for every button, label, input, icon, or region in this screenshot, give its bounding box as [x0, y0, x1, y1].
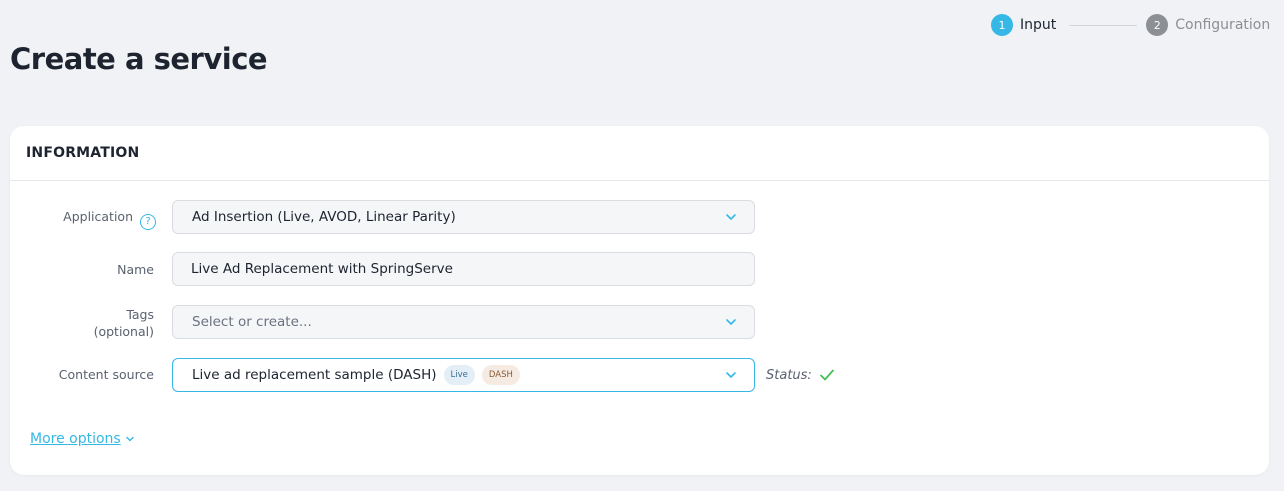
status-label: Status: — [766, 367, 812, 383]
dash-badge: DASH — [481, 365, 520, 385]
application-value: Ad Insertion (Live, AVOD, Linear Parity) — [192, 209, 456, 225]
tags-label: Tags (optional) — [94, 306, 154, 340]
chevron-down-icon — [726, 214, 736, 220]
check-icon — [819, 369, 834, 381]
more-options-label: More options — [30, 431, 121, 447]
tags-placeholder: Select or create... — [192, 314, 312, 330]
application-label: Application? — [63, 208, 156, 230]
status-indicator: Status: — [766, 358, 836, 392]
chevron-down-icon — [726, 372, 736, 378]
question-icon[interactable]: ? — [140, 213, 156, 230]
card-title: INFORMATION — [26, 145, 140, 161]
name-input-wrapper — [172, 252, 755, 286]
application-select[interactable]: Ad Insertion (Live, AVOD, Linear Parity) — [172, 200, 755, 234]
tags-sublabel: (optional) — [93, 324, 154, 339]
content-source-select[interactable]: Live ad replacement sample (DASH) Live D… — [172, 358, 755, 392]
step-number: 2 — [1146, 14, 1169, 36]
chevron-down-icon — [726, 319, 736, 325]
tags-select[interactable]: Select or create... — [172, 305, 755, 339]
stepper: 1 Input 2 Configuration — [991, 14, 1270, 36]
step-input[interactable]: 1 Input — [991, 14, 1056, 36]
step-label: Input — [1020, 17, 1057, 33]
live-badge: Live — [443, 365, 475, 385]
chevron-down-icon — [126, 436, 134, 442]
tags-label-text: Tags — [126, 307, 154, 322]
step-configuration[interactable]: 2 Configuration — [1146, 14, 1270, 36]
name-input[interactable] — [191, 261, 731, 277]
page: 1 Input 2 Configuration Create a service… — [0, 0, 1284, 491]
content-source-value: Live ad replacement sample (DASH) — [192, 367, 437, 383]
content-source-label: Content source — [58, 367, 154, 382]
step-connector — [1069, 24, 1138, 26]
more-options-link[interactable]: More options — [30, 431, 135, 447]
name-label: Name — [117, 262, 154, 277]
information-card: INFORMATION Application? Ad Insertion (L… — [10, 126, 1269, 475]
page-title: Create a service — [10, 42, 268, 76]
card-header: INFORMATION — [10, 126, 1269, 181]
step-label: Configuration — [1175, 17, 1271, 33]
step-number: 1 — [991, 14, 1013, 36]
application-label-text: Application — [63, 209, 133, 224]
